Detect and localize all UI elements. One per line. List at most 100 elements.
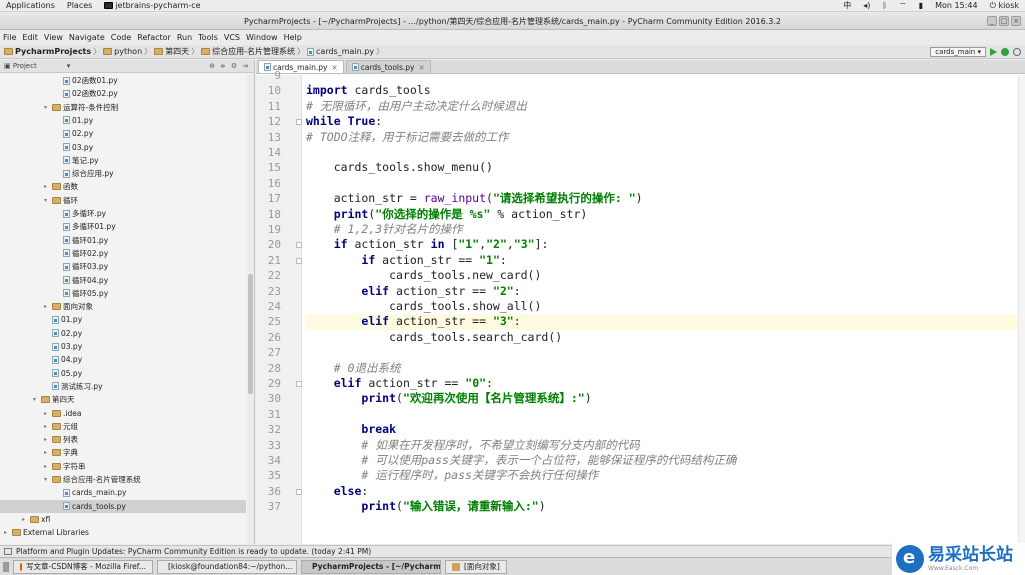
chevron-down-icon[interactable]: ▾ bbox=[44, 197, 52, 204]
breadcrumb-item[interactable]: cards_main.py bbox=[316, 47, 374, 56]
gear-icon[interactable]: ⚙ bbox=[231, 62, 237, 70]
tree-file-item[interactable]: 笔记.py bbox=[0, 154, 246, 167]
tree-file-item[interactable]: 02函数02.py bbox=[0, 87, 246, 100]
menu-run[interactable]: Run bbox=[174, 33, 195, 42]
tree-file-item[interactable]: 循环03.py bbox=[0, 260, 246, 273]
tree-folder-item[interactable]: ▸ xfl bbox=[0, 513, 246, 526]
sync-icon[interactable]: ⊕ bbox=[209, 62, 215, 70]
tree-folder-item[interactable]: ▾ 综合应用-名片管理系统 bbox=[0, 473, 246, 486]
code-line[interactable] bbox=[306, 145, 1025, 160]
maximize-button[interactable]: □ bbox=[999, 16, 1009, 26]
menu-window[interactable]: Window bbox=[243, 33, 281, 42]
breadcrumb-item[interactable]: 第四天 bbox=[165, 46, 189, 57]
tree-folder-item[interactable]: ▸ 字典 bbox=[0, 446, 246, 459]
chevron-right-icon[interactable]: ▸ bbox=[44, 423, 52, 430]
code-line[interactable]: # 无限循环，由用户主动决定什么时候退出 bbox=[306, 99, 1025, 114]
input-method-indicator[interactable]: 中 bbox=[837, 0, 857, 11]
chevron-right-icon[interactable]: ▸ bbox=[44, 303, 52, 310]
tree-file-item[interactable]: 03.py bbox=[0, 141, 246, 154]
tree-folder-item[interactable]: ▾ 运算符-条件控制 bbox=[0, 101, 246, 114]
tool-windows-icon[interactable] bbox=[4, 548, 12, 555]
code-line[interactable]: # 可以使用pass关键字，表示一个占位符，能够保证程序的代码结构正确 bbox=[306, 453, 1025, 468]
code-line[interactable]: cards_tools.new_card() bbox=[306, 268, 1025, 283]
menu-help[interactable]: Help bbox=[281, 33, 305, 42]
show-desktop-icon[interactable] bbox=[3, 561, 9, 572]
code-line[interactable] bbox=[306, 68, 1025, 83]
chevron-right-icon[interactable]: ▸ bbox=[4, 529, 12, 536]
code-line[interactable]: action_str = raw_input("请选择希望执行的操作: ") bbox=[306, 191, 1025, 206]
search-icon[interactable] bbox=[1013, 47, 1021, 56]
code-line[interactable] bbox=[306, 176, 1025, 191]
chevron-right-icon[interactable]: ▸ bbox=[44, 449, 52, 456]
tree-file-item[interactable]: 02.py bbox=[0, 127, 246, 140]
menu-vcs[interactable]: VCS bbox=[221, 33, 243, 42]
tree-file-item[interactable]: 01.py bbox=[0, 313, 246, 326]
code-line[interactable]: # TODO注释，用于标记需要去做的工作 bbox=[306, 130, 1025, 145]
editor-scrollbar[interactable] bbox=[1018, 75, 1025, 544]
debug-icon[interactable] bbox=[1001, 47, 1009, 56]
hide-icon[interactable]: ⇥ bbox=[242, 62, 248, 70]
tree-file-item[interactable]: 03.py bbox=[0, 340, 246, 353]
chevron-down-icon[interactable]: ▾ bbox=[67, 62, 71, 70]
code-area[interactable]: import cards_tools # 无限循环，由用户主动决定什么时候退出 wh… bbox=[306, 75, 1025, 544]
code-line[interactable]: elif action_str == "0": bbox=[306, 376, 1025, 391]
tree-folder-item[interactable]: ▸ 列表 bbox=[0, 433, 246, 446]
tree-folder-item[interactable]: ▸ .idea bbox=[0, 407, 246, 420]
chevron-right-icon[interactable]: ▸ bbox=[44, 436, 52, 443]
tree-file-item[interactable]: 循环02.py bbox=[0, 247, 246, 260]
tree-file-item[interactable]: 02.py bbox=[0, 327, 246, 340]
tree-folder-item[interactable]: ▾ 循环 bbox=[0, 194, 246, 207]
tree-folder-item[interactable]: ▸ 字符串 bbox=[0, 460, 246, 473]
bluetooth-icon[interactable]: ᛒ bbox=[876, 1, 893, 10]
line-number-gutter[interactable]: 9 10 11 12 13 14 15 16 17 18 19 20 21 22 23 24 25 26 27 28 2… bbox=[256, 69, 302, 544]
menu-navigate[interactable]: Navigate bbox=[66, 33, 108, 42]
tree-file-item[interactable]: cards_main.py bbox=[0, 486, 246, 499]
chevron-down-icon[interactable]: ▾ bbox=[44, 104, 52, 111]
menu-view[interactable]: View bbox=[41, 33, 66, 42]
menu-file[interactable]: File bbox=[0, 33, 19, 42]
applications-menu[interactable]: Applications bbox=[0, 1, 61, 10]
tree-file-item[interactable]: 02函数01.py bbox=[0, 74, 246, 87]
run-icon[interactable] bbox=[990, 47, 997, 56]
project-panel-title[interactable]: Project bbox=[13, 62, 37, 70]
breadcrumb-item[interactable]: python bbox=[114, 47, 142, 56]
tree-file-item[interactable]: 多循环.py bbox=[0, 207, 246, 220]
code-line[interactable]: print("输入错误，请重新输入:") bbox=[306, 499, 1025, 514]
taskbar-item-terminal[interactable]: [kiosk@foundation84:~/python... bbox=[157, 559, 297, 574]
tree-file-item[interactable]: 循环04.py bbox=[0, 274, 246, 287]
code-line[interactable]: else: bbox=[306, 484, 1025, 499]
clock[interactable]: Mon 15:44 bbox=[929, 1, 983, 10]
taskbar-item-pycharm[interactable]: PycharmProjects - [~/PycharmP... bbox=[301, 559, 441, 574]
chevron-down-icon[interactable]: ▾ bbox=[44, 476, 52, 483]
wifi-icon[interactable]: ⌔ bbox=[893, 1, 913, 11]
power-icon[interactable]: ▮ bbox=[913, 1, 929, 10]
close-button[interactable]: × bbox=[1011, 16, 1021, 26]
menu-edit[interactable]: Edit bbox=[19, 33, 41, 42]
menu-tools[interactable]: Tools bbox=[195, 33, 221, 42]
run-config-select[interactable]: cards_main ▾ bbox=[930, 46, 986, 57]
menu-refactor[interactable]: Refactor bbox=[134, 33, 174, 42]
code-line[interactable]: if action_str == "1": bbox=[306, 253, 1025, 268]
code-line[interactable] bbox=[306, 407, 1025, 422]
fold-marker-icon[interactable] bbox=[296, 488, 302, 495]
tree-file-item[interactable]: 05.py bbox=[0, 367, 246, 380]
user-menu[interactable]: ⏻ kiosk bbox=[984, 1, 1025, 11]
tree-folder-item[interactable]: ▾ 第四天 bbox=[0, 393, 246, 406]
code-line[interactable]: cards_tools.show_menu() bbox=[306, 160, 1025, 175]
code-line[interactable]: # 运行程序时，pass关键字不会执行任何操作 bbox=[306, 468, 1025, 483]
code-line[interactable] bbox=[306, 345, 1025, 360]
chevron-right-icon[interactable]: ▸ bbox=[44, 410, 52, 417]
places-menu[interactable]: Places bbox=[61, 1, 98, 10]
tree-file-item[interactable]: 综合应用.py bbox=[0, 167, 246, 180]
tree-file-item[interactable]: 循环01.py bbox=[0, 234, 246, 247]
tree-file-item[interactable]: cards_tools.py bbox=[0, 499, 246, 513]
fold-marker-icon[interactable] bbox=[296, 381, 302, 387]
code-line[interactable]: print("欢迎再次使用【名片管理系统】:") bbox=[306, 391, 1025, 406]
tree-file-item[interactable]: 多循环01.py bbox=[0, 220, 246, 233]
code-line[interactable]: elif action_str == "3": bbox=[306, 314, 1025, 330]
tree-file-item[interactable]: 循环05.py bbox=[0, 287, 246, 300]
breadcrumb-item[interactable]: 综合应用-名片管理系统 bbox=[212, 46, 295, 57]
code-line[interactable]: # 1,2,3针对名片的操作 bbox=[306, 222, 1025, 237]
chevron-right-icon[interactable]: ▸ bbox=[44, 183, 52, 190]
code-line[interactable]: cards_tools.show_all() bbox=[306, 299, 1025, 314]
